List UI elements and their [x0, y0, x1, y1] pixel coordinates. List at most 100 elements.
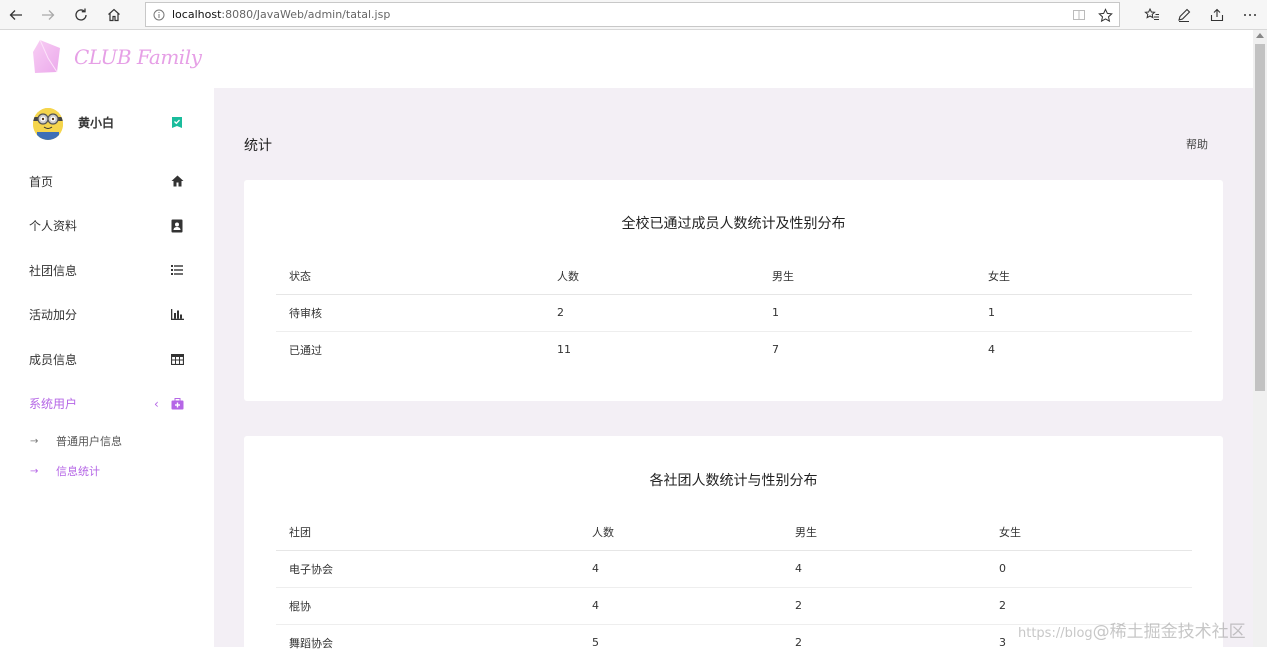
verified-badge-icon	[172, 117, 182, 128]
logo-text: CLUB Family	[74, 45, 202, 69]
contact-card-icon	[170, 219, 184, 233]
sidebar-item-label: 社团信息	[29, 263, 78, 278]
table-cell: 4	[579, 587, 782, 625]
sidebar-item-label: 个人资料	[29, 219, 78, 234]
sidebar-item-label: 成员信息	[29, 352, 78, 367]
address-bar[interactable]: localhost:8080/JavaWeb/admin/tatal.jsp	[145, 2, 1120, 27]
sidebar-item-activity-points[interactable]: 活动加分	[0, 293, 213, 338]
sidebar-item-member-info[interactable]: 成员信息	[0, 337, 213, 382]
more-button[interactable]	[1239, 4, 1261, 26]
reading-view-icon[interactable]	[1070, 6, 1088, 24]
column-header: 女生	[986, 514, 1192, 551]
table-cell: 2	[782, 587, 986, 625]
user-profile[interactable]: 黄小白	[33, 108, 193, 140]
medkit-icon	[170, 397, 184, 411]
table-row: 待审核 2 1 1	[276, 294, 1192, 332]
table-cell: 4	[579, 550, 782, 588]
favorites-hub-button[interactable]	[1141, 4, 1163, 26]
help-link[interactable]: 帮助	[1186, 136, 1208, 152]
sidebar-item-label: 首页	[29, 174, 54, 189]
url-host: localhost	[172, 8, 222, 21]
watermark: https://blog@稀土掘金技术社区	[1018, 617, 1246, 642]
sidebar-subitem-label: 信息统计	[56, 465, 100, 478]
refresh-button[interactable]	[70, 4, 92, 26]
table-row: 已通过 11 7 4	[276, 331, 1192, 368]
bar-chart-icon	[170, 308, 184, 322]
table-cell: 2	[795, 636, 802, 650]
table-header-row: 社团 人数 男生 女生	[276, 514, 1192, 551]
watermark-prefix: https://blog	[1018, 626, 1093, 641]
pentagon-logo-icon	[33, 39, 60, 73]
web-note-button[interactable]	[1173, 4, 1195, 26]
logo[interactable]: CLUB Family	[30, 38, 202, 76]
card-title: 全校已通过成员人数统计及性别分布	[621, 216, 846, 232]
scroll-up-icon[interactable]	[1256, 33, 1264, 38]
column-header: 男生	[759, 258, 975, 295]
table-cell: 0	[986, 550, 1192, 588]
sidebar-subitem-label: 普通用户信息	[56, 435, 122, 448]
column-header: 社团	[276, 514, 579, 551]
back-button[interactable]	[5, 4, 27, 26]
column-header: 人数	[579, 514, 782, 551]
table-row: 电子协会 4 4 0	[276, 550, 1192, 588]
table-cell: 4	[988, 343, 995, 357]
watermark-text: @稀土掘金技术社区	[1092, 622, 1246, 642]
table-cell: 1	[759, 294, 975, 332]
home-icon	[170, 174, 184, 188]
table-cell: 5	[592, 636, 599, 650]
list-icon	[170, 263, 184, 277]
url-path: :8080/JavaWeb/admin/tatal.jsp	[221, 8, 391, 21]
sidebar-item-profile[interactable]: 个人资料	[0, 204, 213, 249]
column-header: 人数	[544, 258, 759, 295]
table-cell: 舞蹈协会	[289, 636, 333, 650]
arrow-right-icon	[42, 10, 55, 20]
column-header: 状态	[276, 258, 544, 295]
chevron-left-icon: ‹	[154, 396, 159, 411]
table-cell: 1	[975, 294, 1192, 332]
card-title: 各社团人数统计与性别分布	[649, 473, 818, 489]
avatar	[33, 108, 63, 140]
home-outline-icon	[108, 8, 120, 22]
column-header: 女生	[975, 258, 1192, 295]
column-header: 男生	[782, 514, 986, 551]
user-name: 黄小白	[78, 116, 115, 130]
forward-button[interactable]	[37, 4, 59, 26]
info-icon[interactable]	[146, 2, 172, 27]
refresh-icon	[75, 8, 87, 21]
browser-toolbar: localhost:8080/JavaWeb/admin/tatal.jsp	[0, 0, 1267, 30]
url-text: localhost:8080/JavaWeb/admin/tatal.jsp	[172, 8, 390, 21]
scrollbar-thumb[interactable]	[1255, 44, 1265, 391]
arrow-left-icon	[9, 10, 22, 20]
table-icon	[170, 352, 184, 366]
ellipsis-icon	[1244, 14, 1256, 16]
table-cell: 11	[557, 343, 571, 357]
vertical-scrollbar[interactable]	[1253, 30, 1267, 647]
sidebar: 黄小白 首页 个人资料 社团信息 活动加分 成员信息 系统用户 ‹ → 普通用户…	[0, 88, 213, 647]
home-button[interactable]	[103, 4, 125, 26]
sidebar-item-home[interactable]: 首页	[0, 159, 213, 204]
share-icon	[1210, 8, 1224, 22]
table-cell: 待审核	[276, 294, 544, 332]
table-header-row: 状态 人数 男生 女生	[276, 258, 1192, 295]
main-content: 统计 帮助 全校已通过成员人数统计及性别分布 状态 人数 男生 女生 待审核 2…	[214, 88, 1253, 666]
favorites-list-icon	[1144, 7, 1159, 20]
sidebar-menu: 首页 个人资料 社团信息 活动加分 成员信息 系统用户 ‹ → 普通用户信息 →…	[0, 159, 213, 486]
school-stats-table: 状态 人数 男生 女生 待审核 2 1 1 已通过 11 7 4	[276, 258, 1192, 368]
sidebar-item-system-users[interactable]: 系统用户 ‹	[0, 382, 213, 427]
page-title: 统计	[244, 138, 272, 154]
favorite-star-icon[interactable]	[1096, 6, 1114, 24]
table-cell: 7	[772, 343, 779, 357]
sidebar-item-label: 活动加分	[29, 308, 78, 323]
share-button[interactable]	[1206, 4, 1228, 26]
school-stats-card: 全校已通过成员人数统计及性别分布 状态 人数 男生 女生 待审核 2 1 1 已…	[244, 180, 1223, 401]
table-cell: 棍协	[276, 587, 579, 625]
app-window: CLUB Family 黄小白 首页 个人资料 社团信息 活动加分 成员信息 系…	[0, 30, 1253, 666]
pen-icon	[1178, 8, 1191, 23]
sidebar-item-club-info[interactable]: 社团信息	[0, 248, 213, 293]
sidebar-subitem-statistics[interactable]: → 信息统计	[0, 456, 213, 486]
table-cell: 2	[544, 294, 759, 332]
table-cell: 电子协会	[276, 550, 579, 588]
sidebar-subitem-normal-users[interactable]: → 普通用户信息	[0, 426, 213, 456]
arrow-right-icon: →	[30, 435, 39, 447]
sidebar-item-label: 系统用户	[29, 397, 78, 412]
